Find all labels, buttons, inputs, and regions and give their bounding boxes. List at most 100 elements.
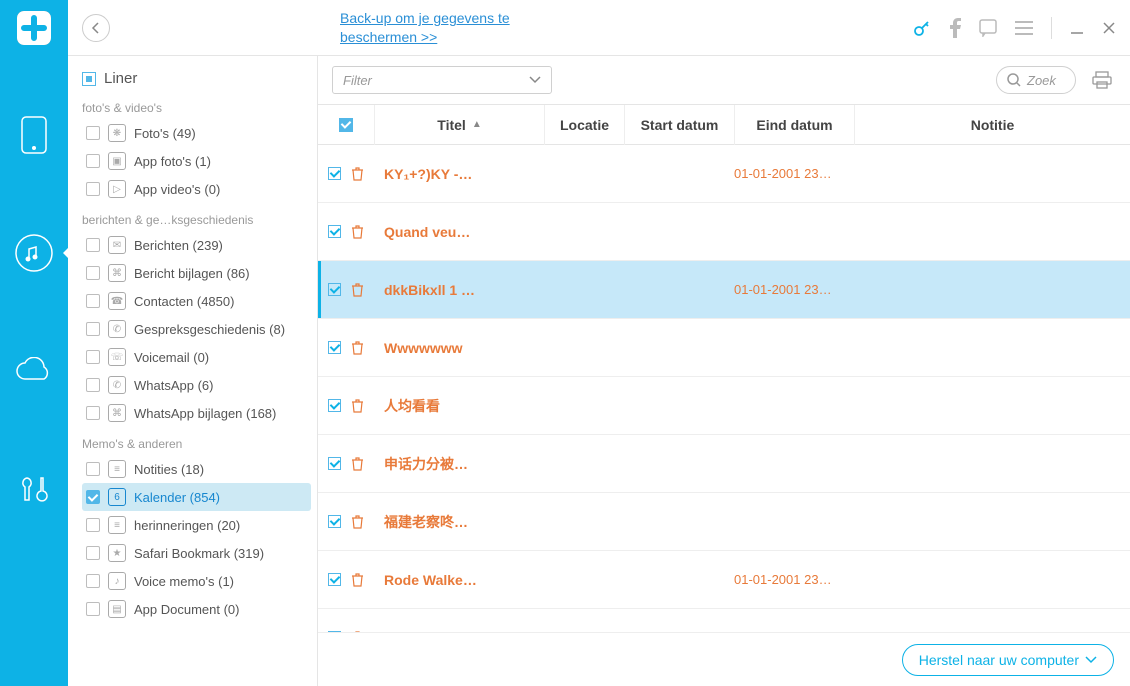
- facebook-icon[interactable]: [949, 18, 961, 38]
- col-location[interactable]: Locatie: [544, 105, 624, 145]
- cell-title: NoName's …: [374, 630, 544, 633]
- trash-icon[interactable]: [351, 282, 364, 297]
- feedback-icon[interactable]: [979, 19, 997, 37]
- tree-item[interactable]: ✆ WhatsApp (6): [82, 371, 311, 399]
- tree-item[interactable]: 6Kalender (854): [82, 483, 311, 511]
- search-input[interactable]: Zoek: [996, 66, 1076, 94]
- table-header: Titel▲ Locatie Start datum Eind datum No…: [318, 105, 1130, 145]
- item-label: Safari Bookmark (319): [134, 546, 264, 561]
- trash-icon[interactable]: [351, 630, 364, 632]
- tree-item[interactable]: ✆Gespreksgeschiedenis (8): [82, 315, 311, 343]
- device-row[interactable]: Liner: [82, 66, 311, 91]
- item-checkbox[interactable]: [86, 294, 100, 308]
- item-label: Foto's (49): [134, 126, 196, 141]
- item-checkbox[interactable]: [86, 574, 100, 588]
- col-note[interactable]: Notitie: [854, 105, 1130, 145]
- table-row[interactable]: 申话力分被…: [318, 435, 1130, 493]
- table-row[interactable]: dkkBikxll 1 …01-01-2001 23…: [318, 261, 1130, 319]
- tree-item[interactable]: ⌘WhatsApp bijlagen (168): [82, 399, 311, 427]
- device-checkbox[interactable]: [82, 72, 96, 86]
- trash-icon[interactable]: [351, 398, 364, 413]
- tree-item[interactable]: ❋Foto's (49): [82, 119, 311, 147]
- tree-item[interactable]: ≡herinneringen (20): [82, 511, 311, 539]
- table-row[interactable]: KY₁+?)KY -…01-01-2001 23…: [318, 145, 1130, 203]
- table-row[interactable]: NoName's …01-01-2001 23…: [318, 609, 1130, 632]
- item-checkbox[interactable]: [86, 238, 100, 252]
- trash-icon[interactable]: [351, 340, 364, 355]
- category-icon: ☏: [108, 348, 126, 366]
- item-checkbox[interactable]: [86, 266, 100, 280]
- row-checkbox[interactable]: [328, 515, 341, 528]
- rail-cloud[interactable]: [0, 332, 68, 410]
- filter-dropdown[interactable]: Filter: [332, 66, 552, 94]
- item-checkbox[interactable]: [86, 518, 100, 532]
- item-checkbox[interactable]: [86, 462, 100, 476]
- search-icon: [1007, 73, 1021, 87]
- col-start-date[interactable]: Start datum: [624, 105, 734, 145]
- item-checkbox[interactable]: [86, 490, 100, 504]
- item-checkbox[interactable]: [86, 602, 100, 616]
- item-checkbox[interactable]: [86, 406, 100, 420]
- trash-icon[interactable]: [351, 456, 364, 471]
- close-icon[interactable]: [1102, 21, 1116, 35]
- item-checkbox[interactable]: [86, 546, 100, 560]
- tree-item[interactable]: ☎Contacten (4850): [82, 287, 311, 315]
- tree-item[interactable]: ≡Notities (18): [82, 455, 311, 483]
- toolbar: Filter Zoek: [318, 56, 1130, 104]
- rail-media[interactable]: [0, 214, 68, 292]
- restore-button[interactable]: Herstel naar uw computer: [902, 644, 1114, 676]
- table-row[interactable]: Rode Walke…01-01-2001 23…: [318, 551, 1130, 609]
- tree-item[interactable]: ♪Voice memo's (1): [82, 567, 311, 595]
- top-bar: Back-up om je gegevens te beschermen >>: [68, 0, 1130, 56]
- rail-tools[interactable]: [0, 450, 68, 528]
- back-button[interactable]: [82, 14, 110, 42]
- tree-item[interactable]: ★Safari Bookmark (319): [82, 539, 311, 567]
- key-icon[interactable]: [913, 19, 931, 37]
- table-row[interactable]: Wwwwwww: [318, 319, 1130, 377]
- col-end-date[interactable]: Eind datum: [734, 105, 854, 145]
- trash-icon[interactable]: [351, 224, 364, 239]
- row-checkbox[interactable]: [328, 573, 341, 586]
- row-checkbox[interactable]: [328, 457, 341, 470]
- group-label: Memo's & anderen: [82, 437, 311, 451]
- category-icon: ▣: [108, 152, 126, 170]
- chevron-down-icon: [529, 76, 541, 84]
- trash-icon[interactable]: [351, 514, 364, 529]
- cell-title: 人均看看: [374, 396, 544, 416]
- cell-title: 申话力分被…: [374, 454, 544, 474]
- table-row[interactable]: 福建老察咚…: [318, 493, 1130, 551]
- row-checkbox[interactable]: [328, 341, 341, 354]
- item-checkbox[interactable]: [86, 126, 100, 140]
- item-label: WhatsApp (6): [134, 378, 213, 393]
- tree-item[interactable]: ▣App foto's (1): [82, 147, 311, 175]
- category-icon: ⌘: [108, 264, 126, 282]
- row-checkbox[interactable]: [328, 283, 341, 296]
- tree-item[interactable]: ✉Berichten (239): [82, 231, 311, 259]
- rail-device[interactable]: [0, 96, 68, 174]
- item-label: WhatsApp bijlagen (168): [134, 406, 276, 421]
- select-all-checkbox[interactable]: [339, 118, 353, 132]
- row-checkbox[interactable]: [328, 167, 341, 180]
- minimize-icon[interactable]: [1070, 21, 1084, 35]
- item-checkbox[interactable]: [86, 154, 100, 168]
- table-row[interactable]: Quand veu…: [318, 203, 1130, 261]
- row-checkbox[interactable]: [328, 225, 341, 238]
- trash-icon[interactable]: [351, 572, 364, 587]
- trash-icon[interactable]: [351, 166, 364, 181]
- tree-item[interactable]: ▷App video's (0): [82, 175, 311, 203]
- category-icon: ✆: [108, 376, 126, 394]
- tree-item[interactable]: ☏Voicemail (0): [82, 343, 311, 371]
- col-title[interactable]: Titel▲: [374, 105, 544, 145]
- item-checkbox[interactable]: [86, 182, 100, 196]
- backup-link[interactable]: Back-up om je gegevens te beschermen >>: [340, 9, 540, 45]
- print-button[interactable]: [1088, 66, 1116, 94]
- item-checkbox[interactable]: [86, 378, 100, 392]
- tree-item[interactable]: ⌘Bericht bijlagen (86): [82, 259, 311, 287]
- row-checkbox[interactable]: [328, 399, 341, 412]
- table-row[interactable]: 人均看看: [318, 377, 1130, 435]
- item-checkbox[interactable]: [86, 350, 100, 364]
- tree-item[interactable]: ▤App Document (0): [82, 595, 311, 623]
- row-checkbox[interactable]: [328, 631, 341, 632]
- menu-icon[interactable]: [1015, 21, 1033, 35]
- item-checkbox[interactable]: [86, 322, 100, 336]
